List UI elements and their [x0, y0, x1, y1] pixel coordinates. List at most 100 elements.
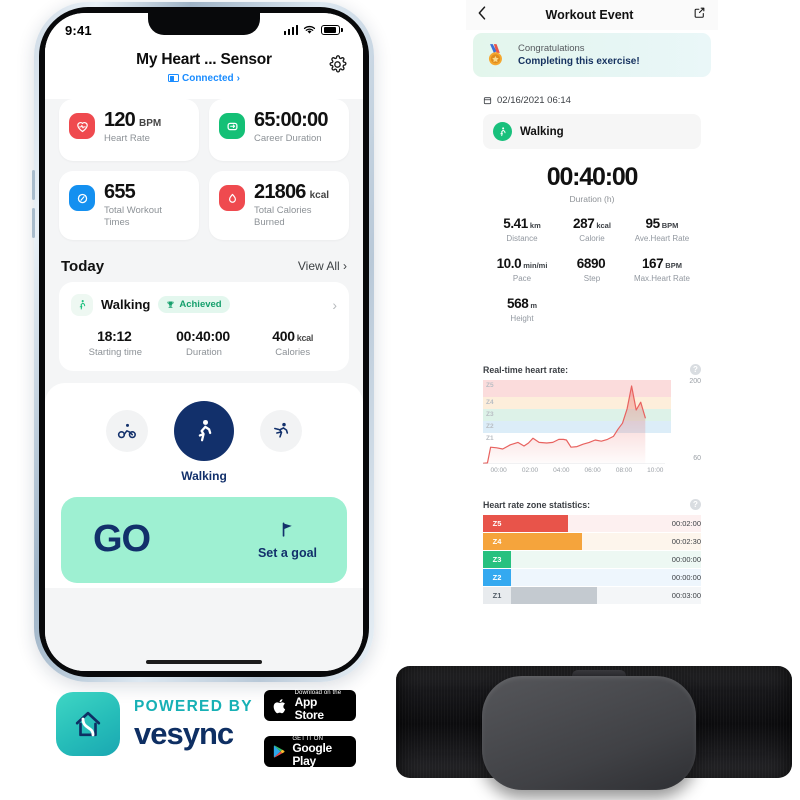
chest-strap-device-photo — [392, 640, 796, 800]
metric-number: 6890 — [576, 256, 606, 271]
metric-unit: m — [530, 301, 537, 310]
metric-value: 287 kcal — [557, 216, 627, 231]
connection-status[interactable]: Connected › — [167, 72, 240, 84]
stat-card-calories-burned[interactable]: 21806 kcal Total Calories Burned — [209, 171, 349, 240]
screenshot-root: 9:41 chevron-left-icon — [0, 0, 800, 800]
today-activity-card[interactable]: Walking Achieved › 18:12 Starting time 0… — [59, 281, 349, 371]
metric-number: 568 — [506, 296, 529, 311]
stat-card-value-row: 120 BPM — [104, 110, 161, 130]
zone-bar-fill — [511, 515, 569, 532]
detail-page-title: Workout Event — [545, 8, 634, 22]
detail-back-button[interactable] — [478, 5, 486, 25]
today-stat-duration: 00:40:00 Duration — [160, 328, 249, 358]
today-stat-number: 400 — [272, 327, 295, 344]
stat-card-value-row: 655 — [104, 182, 189, 202]
google-play-badge[interactable]: GET IT ON Google Play — [264, 736, 356, 767]
phone-volume-button — [32, 170, 35, 200]
google-play-icon — [273, 745, 285, 758]
stat-card-workout-times[interactable]: 655 Total Workout Times — [59, 171, 199, 240]
mode-walking[interactable] — [174, 400, 234, 461]
today-stat-unit: kcal — [296, 332, 314, 343]
stat-card-heart-rate[interactable]: 120 BPM Heart Rate — [59, 99, 199, 161]
metric-label: Pace — [512, 274, 532, 283]
cycling-icon — [117, 423, 136, 439]
metric-calorie: 287 kcal Calorie — [557, 216, 627, 243]
stat-label: Total Workout Times — [104, 205, 162, 228]
zone-bar-track — [511, 533, 649, 550]
metric-value: 167 BPM — [627, 256, 697, 271]
phone-notch — [148, 13, 260, 35]
today-card-chevron[interactable]: › — [332, 297, 337, 313]
zone-tag-label: Z5 — [483, 515, 511, 532]
mode-running[interactable] — [260, 409, 302, 452]
metric-value: 10.0 min/mi — [487, 256, 557, 271]
metric-number: 5.41 — [503, 216, 528, 231]
share-icon — [694, 7, 705, 18]
congratulations-line2: Completing this exercise! — [518, 56, 640, 67]
metric-max-heart-rate: 167 BPM Max.Heart Rate — [627, 256, 697, 283]
apple-icon — [273, 698, 286, 713]
walking-person-icon — [71, 293, 93, 316]
career-duration-icon — [219, 113, 245, 139]
stat-value: 65:00:00 — [254, 109, 328, 131]
metric-label: Height — [510, 314, 534, 323]
metric-label: Max.Heart Rate — [633, 274, 690, 283]
settings-button[interactable] — [328, 55, 347, 79]
help-icon[interactable]: ? — [690, 499, 701, 510]
selected-mode-label: Walking — [181, 468, 227, 483]
app-store-badge[interactable]: Download on the App Store — [264, 690, 356, 721]
workout-date-label: 02/16/2021 06:14 — [497, 95, 571, 106]
zone-chart-header: Heart rate zone statistics: ? — [483, 499, 701, 510]
workout-summary-card: 02/16/2021 06:14 Walking 00:40:00 Durati… — [473, 85, 711, 346]
mode-cycling[interactable] — [106, 409, 148, 452]
zone-bar-fill — [511, 587, 597, 604]
status-bar-indicators — [283, 25, 343, 35]
stat-value: 655 — [104, 181, 136, 203]
view-all-link[interactable]: View All › — [298, 259, 347, 273]
walking-person-icon — [198, 419, 212, 442]
heart-rate-line-series — [483, 385, 665, 464]
home-indicator[interactable] — [146, 660, 262, 664]
stat-card-career-duration[interactable]: 65:00:00 Career Duration — [209, 99, 349, 161]
set-goal-button[interactable]: Set a goal — [258, 520, 317, 560]
status-badge: Achieved — [158, 296, 230, 314]
metric-number: 167 — [641, 256, 664, 271]
metric-number: 10.0 — [496, 256, 522, 271]
page-title: My Heart ... Sensor — [136, 51, 272, 68]
stat-label: Career Duration — [254, 133, 322, 144]
zone-duration-label: 00:03:00 — [649, 587, 701, 604]
today-stat-starting-time: 18:12 Starting time — [71, 328, 160, 358]
stat-card-body: 655 Total Workout Times — [104, 182, 189, 229]
zone-tag-label: Z2 — [483, 569, 511, 586]
stat-card-value-row: 21806 kcal — [254, 182, 339, 202]
stat-unit: kcal — [309, 190, 330, 201]
realtime-chart-x-axis: 00:00 02:00 04:00 06:00 08:00 10:00 — [483, 467, 671, 474]
metric-unit: min/mi — [523, 261, 548, 270]
app-screen: chevron-left-icon My Heart ... Sensor Co… — [45, 47, 363, 671]
zone-duration-label: 00:02:00 — [649, 515, 701, 532]
share-button[interactable] — [693, 6, 706, 24]
trophy-icon — [167, 301, 174, 309]
go-button[interactable]: GO Set a goal — [61, 496, 347, 583]
vesync-wordmark: POWERED BY vesync — [134, 699, 253, 749]
today-stat-calories: 400 kcal Calories — [248, 328, 337, 358]
zone-bar-list: Z5 00:02:00 Z4 00:02:30 Z3 00:00:00 Z2 00:00:00… — [483, 515, 701, 604]
medal-icon — [488, 44, 502, 66]
today-stat-number: 00:40:00 — [176, 327, 230, 344]
help-icon[interactable]: ? — [690, 364, 701, 375]
flame-drop-icon — [219, 185, 245, 211]
nav-title-group: My Heart ... Sensor Connected › — [45, 51, 363, 87]
go-button-label: GO — [93, 518, 151, 561]
stat-card-row-1: 120 BPM Heart Rate 65:00:00 Career Durat… — [59, 99, 349, 161]
wifi-icon — [304, 25, 316, 34]
connection-chevron: › — [236, 72, 240, 84]
zone-tag-label: Z1 — [483, 587, 511, 604]
metric-pace: 10.0 min/mi Pace — [487, 256, 557, 283]
realtime-heart-rate-card: Real-time heart rate: ? Z5 Z4 Z3 Z2 Z1 200 60 … — [473, 355, 711, 482]
congratulations-text: Congratulations Completing this exercise… — [518, 43, 640, 67]
x-axis-tick-label: 08:00 — [615, 467, 633, 474]
heart-rate-sensor-module — [482, 676, 696, 790]
zone-duration-label: 00:00:00 — [649, 569, 701, 586]
workout-activity-name: Walking — [520, 125, 564, 138]
powered-by-label: POWERED BY — [134, 698, 253, 716]
